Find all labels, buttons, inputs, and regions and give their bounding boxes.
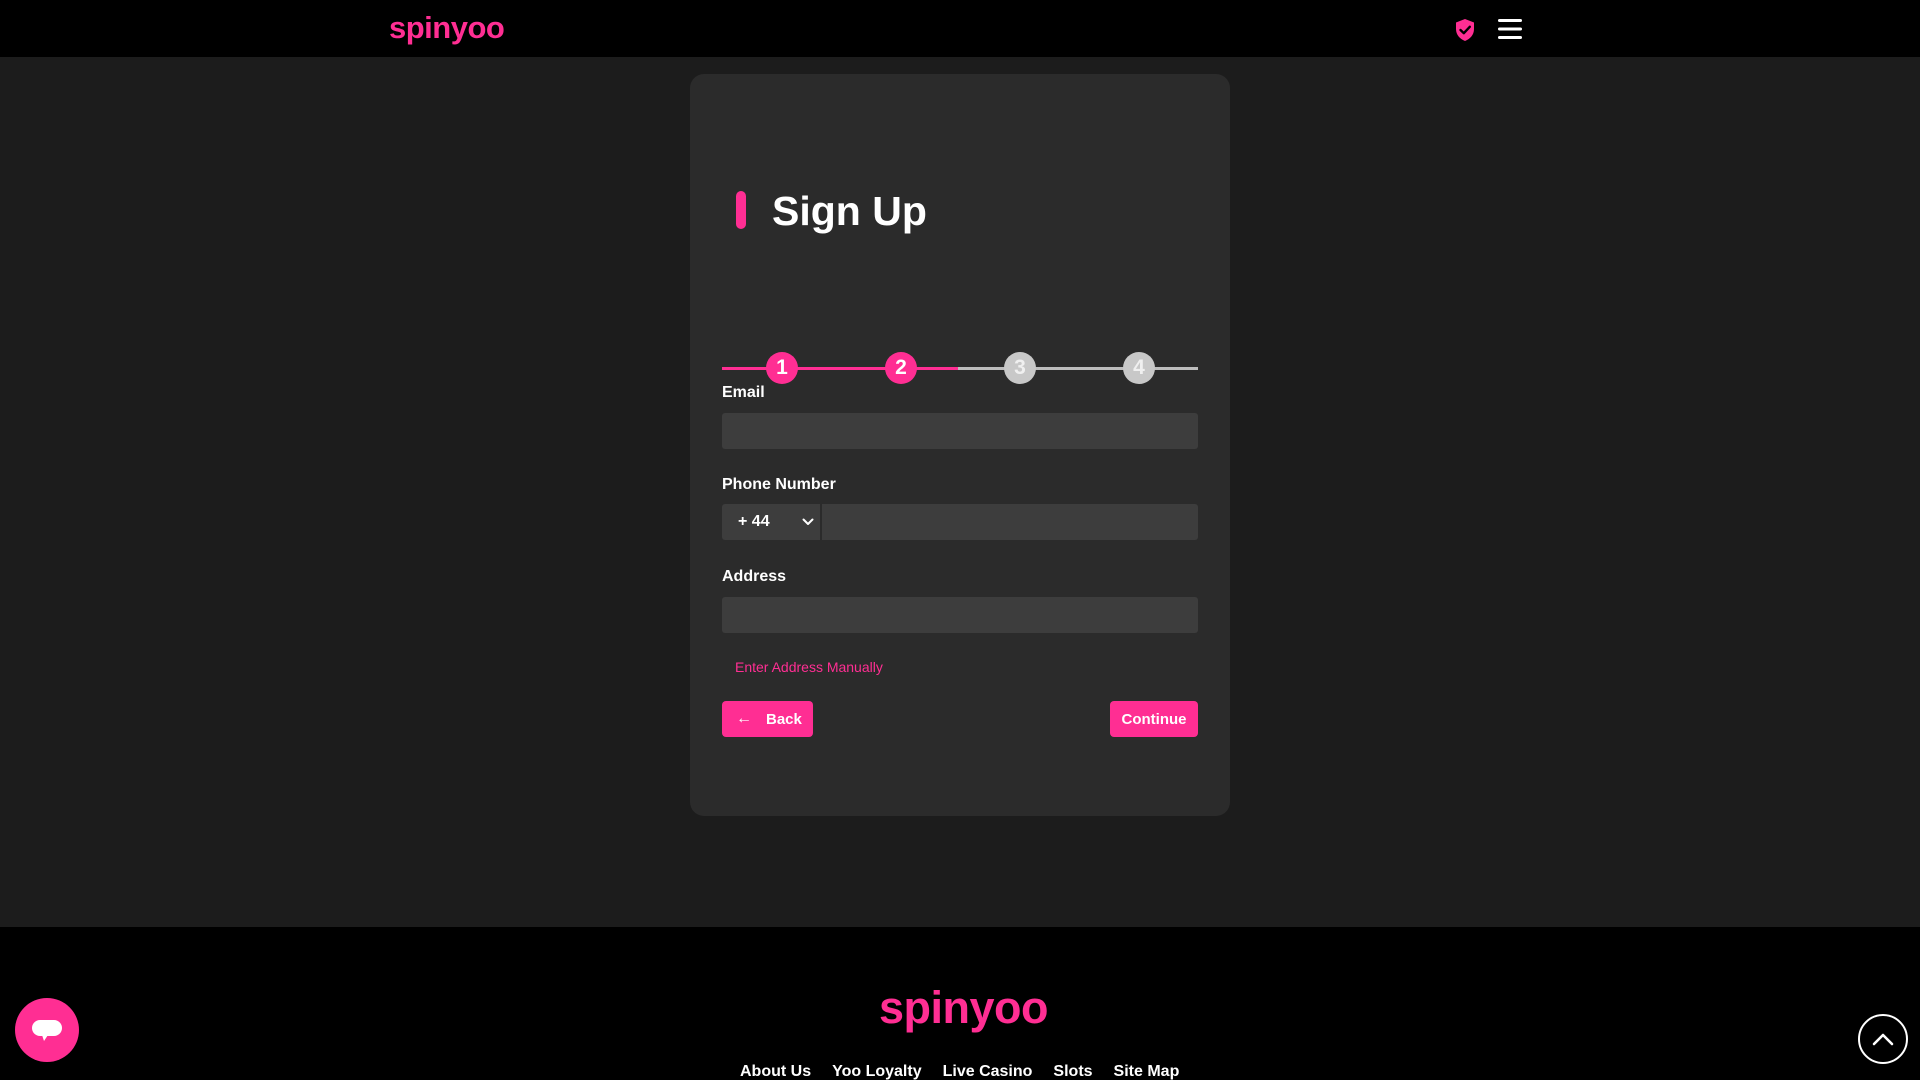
stepper-line-pending: [958, 367, 1198, 370]
step-4: 4: [1123, 352, 1155, 384]
address-label: Address: [722, 568, 787, 585]
footer: spinyoo About Us Yoo Loyalty Live Casino…: [0, 927, 1920, 1080]
arrow-left-icon: ←: [736, 710, 752, 727]
footer-nav: About Us Yoo Loyalty Live Casino Slots S…: [740, 1063, 1179, 1080]
footer-link-slots[interactable]: Slots: [1053, 1063, 1092, 1080]
page-title: Sign Up: [772, 188, 927, 234]
footer-link-live-casino[interactable]: Live Casino: [943, 1063, 1033, 1080]
address-input[interactable]: [722, 597, 1198, 633]
title-accent-bar: [736, 191, 746, 229]
stepper-line-complete: [722, 367, 958, 370]
footer-logo[interactable]: spinyoo: [879, 982, 1049, 1034]
signup-card: Sign Up 1 2 3 4 Email Phone Number + 44 …: [690, 74, 1230, 816]
scroll-to-top-button[interactable]: [1858, 1014, 1908, 1064]
footer-link-about-us[interactable]: About Us: [740, 1063, 811, 1080]
phone-input[interactable]: [822, 504, 1198, 540]
chevron-up-icon: [1872, 1033, 1894, 1046]
header-logo[interactable]: spinyoo: [389, 10, 505, 46]
email-label: Email: [722, 384, 765, 401]
chat-bubble-icon: [32, 1020, 62, 1041]
continue-button[interactable]: Continue: [1110, 701, 1198, 737]
country-code-select[interactable]: + 44: [722, 504, 820, 540]
step-2: 2: [885, 352, 917, 384]
chevron-down-icon: [802, 518, 814, 525]
progress-stepper: 1 2 3 4: [722, 350, 1198, 386]
step-3: 3: [1004, 352, 1036, 384]
footer-link-site-map[interactable]: Site Map: [1114, 1063, 1180, 1080]
enter-address-manually-link[interactable]: Enter Address Manually: [735, 659, 883, 675]
shield-check-icon[interactable]: [1454, 18, 1476, 42]
back-button[interactable]: ← Back: [722, 701, 813, 737]
step-1: 1: [766, 352, 798, 384]
hamburger-menu-icon[interactable]: [1496, 16, 1524, 42]
country-code-value: + 44: [738, 513, 770, 530]
back-button-label: Back: [766, 710, 802, 728]
email-input[interactable]: [722, 413, 1198, 449]
chat-button[interactable]: [15, 998, 79, 1062]
phone-label: Phone Number: [722, 476, 836, 493]
footer-link-yoo-loyalty[interactable]: Yoo Loyalty: [832, 1063, 922, 1080]
top-header: spinyoo: [0, 0, 1920, 57]
